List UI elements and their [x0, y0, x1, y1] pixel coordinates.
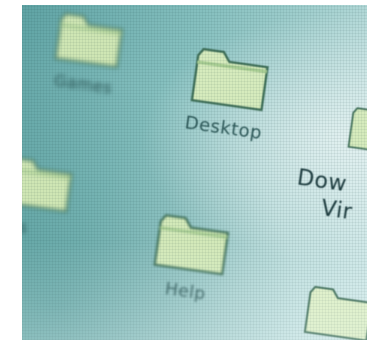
folder-icon	[303, 285, 367, 340]
desktop-icon-downloads[interactable]: Dow Vir	[292, 160, 367, 230]
folder-icon	[54, 12, 124, 69]
folder-icon	[153, 214, 230, 276]
desktop-icon-games[interactable]: Games	[22, 5, 153, 102]
desktop-icon-partial-bottom[interactable]	[300, 277, 367, 340]
desktop-icon-help[interactable]: Help	[124, 202, 256, 310]
folder-icon	[22, 156, 73, 213]
folder-icon	[347, 107, 367, 156]
icon-label: Desktop	[183, 112, 264, 144]
desktop-icon-desktop[interactable]: Desktop	[163, 36, 295, 147]
desktop-icon-partial-top[interactable]	[344, 96, 367, 164]
monitor-photo: Games Desktop Dow Vir ms Help	[22, 5, 367, 340]
desktop-icon-programs[interactable]: ms	[22, 145, 103, 246]
folder-icon	[190, 47, 269, 112]
icon-label: Games	[52, 70, 114, 98]
icon-label: Help	[163, 279, 207, 305]
desktop-area: Games Desktop Dow Vir ms Help	[22, 5, 367, 340]
